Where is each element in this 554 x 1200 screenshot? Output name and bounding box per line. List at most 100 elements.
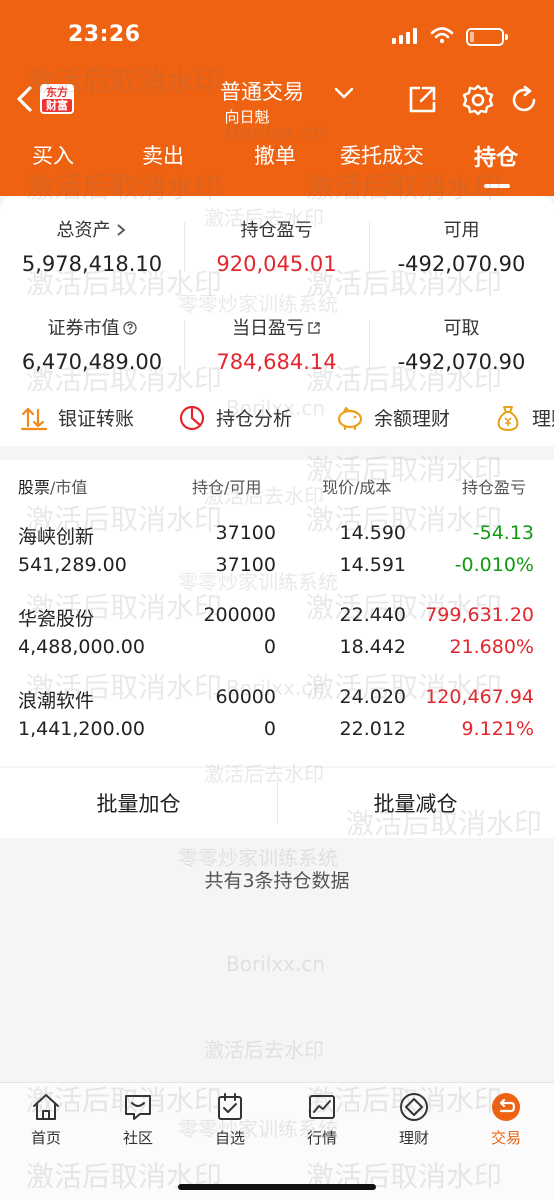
- checklist-icon: [218, 1093, 242, 1120]
- gear-icon[interactable]: [462, 84, 494, 116]
- stock-available: 0: [263, 636, 276, 658]
- divider: [184, 320, 185, 370]
- refresh-icon[interactable]: [508, 84, 540, 116]
- trade-exchange-icon: [492, 1093, 520, 1121]
- divider: [369, 222, 370, 272]
- home-indicator[interactable]: [178, 1184, 376, 1190]
- stock-name: 海峡创新: [18, 526, 95, 548]
- header-available-text: /可用: [224, 478, 262, 497]
- quick-actions: 银证转账 持仓分析 余额理财 理财: [0, 402, 554, 438]
- wifi-icon: [430, 27, 454, 44]
- header-stock: 股票/市值: [18, 474, 87, 498]
- bottom-nav-home[interactable]: 首页: [16, 1091, 76, 1148]
- stock-pnl-pct: -0.010%: [454, 554, 534, 576]
- bottom-nav-label: 交易: [490, 1129, 521, 1147]
- stock-pnl-pct: 9.121%: [461, 718, 534, 740]
- header: 23:26 东方 财富 普通交易 向日魁 买入 卖出 撤单 委托成交 持仓: [0, 0, 554, 196]
- bottom-nav-label: 行情: [306, 1129, 337, 1147]
- total-assets-cell[interactable]: 总资产 5,978,418.10: [0, 216, 184, 276]
- tab-cancel[interactable]: 撤单: [254, 140, 296, 170]
- stock-available: 0: [263, 718, 276, 740]
- market-value-value: 6,470,489.00: [21, 350, 163, 374]
- market-value-label: 证券市值: [47, 318, 120, 339]
- holdings-table: 股票/市值 持仓/可用 现价/成本 持仓盈亏 海峡创新 541,289.00 3…: [0, 460, 554, 766]
- page-title-text: 普通交易: [220, 80, 304, 104]
- bottom-nav-label: 自选: [214, 1129, 245, 1147]
- header-pnl: 持仓盈亏: [462, 478, 527, 497]
- batch-reduce-button[interactable]: 批量减仓: [277, 788, 554, 818]
- holdings-count-note: 共有3条持仓数据: [204, 870, 350, 892]
- battery-icon: [466, 28, 508, 46]
- position-pnl-label: 持仓盈亏: [240, 220, 313, 241]
- header-position-text: 持仓: [192, 478, 225, 497]
- stock-price: 22.440: [339, 604, 406, 626]
- position-pnl-cell: 持仓盈亏 920,045.01: [184, 216, 369, 276]
- tab-buy[interactable]: 买入: [32, 140, 74, 170]
- stock-pnl: -54.13: [472, 522, 534, 544]
- transfer-icon: [20, 407, 48, 431]
- bottom-nav-label: 社区: [122, 1129, 153, 1147]
- watermark: 激活后去水印: [204, 1038, 324, 1062]
- home-icon: [33, 1094, 59, 1120]
- header-position: 持仓/可用: [192, 474, 261, 498]
- divider: [184, 222, 185, 272]
- share-icon[interactable]: [406, 84, 438, 116]
- header-cost-text: /成本: [354, 478, 392, 497]
- available-cell: 可用 -492,070.90: [369, 216, 554, 276]
- tab-positions[interactable]: 持仓: [474, 140, 518, 172]
- divider: [369, 320, 370, 370]
- bottom-nav-trade[interactable]: 交易: [476, 1091, 536, 1148]
- cellular-signal-icon: [392, 28, 420, 44]
- table-row[interactable]: 海峡创新 541,289.00 37100 37100 14.590 14.59…: [0, 512, 554, 592]
- bottom-nav-watchlist[interactable]: 自选: [200, 1091, 260, 1148]
- stock-price: 14.590: [339, 522, 406, 544]
- withdrawable-cell: 可取 -492,070.90: [369, 314, 554, 374]
- external-link-icon: [308, 322, 320, 334]
- table-row[interactable]: 浪潮软件 1,441,200.00 60000 0 24.020 22.012 …: [0, 678, 554, 758]
- daily-pnl-cell[interactable]: 当日盈亏 784,684.14: [184, 314, 369, 374]
- piggy-bank-icon: [337, 407, 363, 431]
- bottom-nav-community[interactable]: 社区: [108, 1091, 168, 1148]
- tab-orders[interactable]: 委托成交: [340, 140, 424, 170]
- help-icon[interactable]: [122, 321, 137, 335]
- stock-position: 60000: [215, 686, 276, 708]
- batch-add-button[interactable]: 批量加仓: [0, 788, 277, 818]
- diamond-icon: [400, 1093, 428, 1121]
- quick-action-label: 余额理财: [374, 408, 451, 430]
- header-stock-text: 股票: [18, 478, 51, 497]
- chevron-down-icon[interactable]: [333, 86, 355, 100]
- table-row[interactable]: 华瓷股份 4,488,000.00 200000 0 22.440 18.442…: [0, 596, 554, 676]
- stock-cost: 22.012: [339, 718, 406, 740]
- market-value-cell[interactable]: 证券市值 6,470,489.00: [0, 314, 184, 374]
- withdrawable-value: -492,070.90: [397, 350, 526, 374]
- money-bag-icon: [497, 406, 519, 431]
- available-label: 可用: [443, 220, 480, 241]
- stock-cost: 18.442: [339, 636, 406, 658]
- batch-actions: 批量加仓 批量减仓: [0, 768, 554, 838]
- chat-icon: [125, 1095, 151, 1120]
- withdrawable-label: 可取: [443, 318, 480, 339]
- available-value: -492,070.90: [397, 252, 526, 276]
- stock-position: 200000: [203, 604, 276, 626]
- tab-indicator: [484, 184, 510, 188]
- position-pnl-value: 920,045.01: [216, 252, 337, 276]
- chevron-right-icon: [116, 224, 125, 236]
- bottom-nav-market[interactable]: 行情: [292, 1091, 352, 1148]
- stock-available: 37100: [215, 554, 276, 576]
- stock-name: 浪潮软件: [18, 690, 95, 712]
- stock-cost: 14.591: [339, 554, 406, 576]
- chart-line-icon: [309, 1095, 335, 1119]
- bottom-nav: 首页 社区 自选 行情 理财 交易 激活后取消水印 激活后取消水印 零零炒家训练…: [0, 1082, 554, 1200]
- quick-action-label: 持仓分析: [216, 408, 293, 430]
- stock-name: 华瓷股份: [18, 608, 95, 630]
- bottom-nav-wealth[interactable]: 理财: [384, 1091, 444, 1148]
- tab-sell[interactable]: 卖出: [142, 140, 184, 170]
- total-assets-value: 5,978,418.10: [21, 252, 163, 276]
- stock-price: 24.020: [339, 686, 406, 708]
- daily-pnl-label: 当日盈亏: [232, 318, 304, 339]
- nav-bar: 东方 财富 普通交易 向日魁: [0, 70, 554, 130]
- quick-action-label: 理财: [532, 408, 554, 430]
- pie-chart-icon: [179, 405, 205, 431]
- bottom-nav-label: 首页: [30, 1129, 61, 1147]
- stock-market-value: 1,441,200.00: [18, 718, 145, 740]
